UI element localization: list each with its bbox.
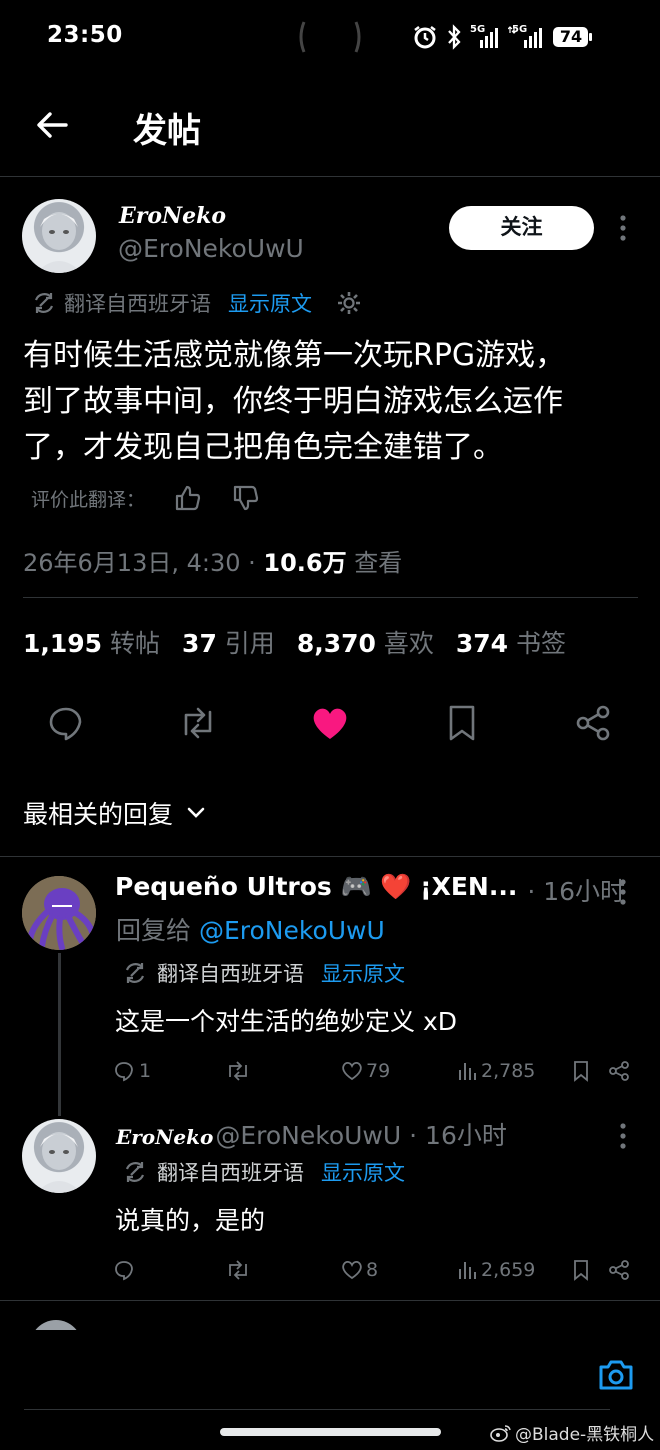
back-arrow-icon[interactable] <box>32 105 72 145</box>
reply-2-text: 说真的，是的 <box>115 1206 266 1235</box>
reply-1-text: 这是一个对生活的绝妙定义 xD <box>115 1007 457 1036</box>
reply-1-like-action[interactable]: 79 <box>341 1060 390 1082</box>
status-icons: 5G 5G 74 <box>412 22 594 52</box>
reply-1-views-action[interactable]: 2,785 <box>457 1060 535 1082</box>
status-time: 23:50 <box>47 22 123 48</box>
reply-2-views-action[interactable]: 2,659 <box>457 1259 535 1281</box>
post-author-avatar[interactable] <box>22 199 96 273</box>
reply-2-more-icon[interactable] <box>619 1122 627 1150</box>
next-reply-peek <box>30 1316 630 1330</box>
reply-divider <box>0 1300 660 1301</box>
reply-1-more-icon[interactable] <box>619 878 627 906</box>
follow-button[interactable]: 关注 <box>449 206 594 250</box>
reply-1-share-icon[interactable] <box>608 1060 630 1082</box>
watermark-text: @Blade-黑铁桐人 <box>515 1425 655 1445</box>
reply-1-repost-action[interactable] <box>225 1060 251 1082</box>
translate-icon <box>123 1160 147 1184</box>
reply-2-author-handle[interactable]: @EroNekoUwU <box>215 1121 401 1150</box>
post-views-label: 查看 <box>346 549 403 577</box>
weibo-watermark: @Blade-黑铁桐人 <box>490 1420 654 1445</box>
like-icon[interactable] <box>311 705 349 741</box>
reply-1-mention-link[interactable]: @EroNekoUwU <box>199 916 385 945</box>
reply-1-header: Pequeño Ultros 🎮 ❤️ ¡XEN... · 16小时 <box>115 872 625 908</box>
reply-1-author-name[interactable]: Pequeño Ultros 🎮 ❤️ ¡XEN... <box>115 872 517 908</box>
translation-settings-icon[interactable] <box>336 290 362 316</box>
post-timestamp: 26年6月13日, 4:30 · <box>23 549 264 577</box>
alarm-icon <box>412 24 438 50</box>
reply-1-bookmark-icon[interactable] <box>572 1060 590 1082</box>
rate-translation-label: 评价此翻译： <box>31 488 146 511</box>
camera-icon[interactable] <box>597 1358 635 1392</box>
reply-2-actions: 8 2,659 <box>113 1259 633 1285</box>
reposts-stat[interactable]: 1,195 转帖 <box>23 624 160 660</box>
reply-1-actions: 1 79 2,785 <box>113 1060 633 1086</box>
post-stats: 1,195 转帖 37 引用 8,370 喜欢 374 书签 <box>23 624 566 660</box>
reply-2-repost-action[interactable] <box>225 1259 251 1281</box>
reply-2-time[interactable]: · 16小时 <box>409 1116 507 1152</box>
quotes-stat[interactable]: 37 引用 <box>182 624 275 660</box>
weibo-logo-icon <box>490 1423 512 1443</box>
reply-2-reply-action[interactable] <box>113 1259 135 1281</box>
reply-2-like-action[interactable]: 8 <box>341 1259 378 1281</box>
signal-2-icon: 5G <box>508 24 544 50</box>
post-text: 有时候生活感觉就像第一次玩RPG游戏， 到了故事中间，你终于明白游戏怎么运作 了… <box>23 338 566 465</box>
bluetooth-icon <box>446 24 462 50</box>
reply-1-time[interactable]: · 16小时 <box>527 872 625 908</box>
compose-divider <box>24 1409 610 1410</box>
reply-2-author-name[interactable]: EroNeko <box>116 1125 213 1149</box>
reply-1-reply-action[interactable]: 1 <box>113 1060 151 1082</box>
thumbs-up-icon[interactable] <box>173 484 201 512</box>
reply-icon[interactable] <box>47 704 85 742</box>
reply-2-show-original-link[interactable]: 显示原文 <box>321 1157 405 1187</box>
post-views-count: 10.6万 <box>263 549 347 577</box>
show-original-link[interactable]: 显示原文 <box>228 288 312 318</box>
likes-stat[interactable]: 8,370 喜欢 <box>297 624 434 660</box>
reply-1-reply-to: 回复给 @EroNekoUwU <box>116 916 385 945</box>
reply-1-show-original-link[interactable]: 显示原文 <box>321 958 405 988</box>
post-more-icon[interactable] <box>619 214 627 242</box>
battery-level: 74 <box>559 27 583 46</box>
battery-icon: 74 <box>552 25 594 49</box>
reply-2-header: EroNeko @EroNekoUwU · 16小时 <box>116 1116 507 1152</box>
signal-1-icon: 5G <box>470 24 500 50</box>
translate-icon <box>123 961 147 985</box>
meta-divider <box>23 597 638 598</box>
reply-2-avatar[interactable] <box>22 1119 96 1193</box>
bookmarks-stat[interactable]: 374 书签 <box>456 624 566 660</box>
thumbs-down-icon[interactable] <box>231 484 259 512</box>
post-author-name[interactable]: EroNeko <box>119 203 226 229</box>
thread-line <box>58 953 61 1116</box>
reply-2-share-icon[interactable] <box>608 1259 630 1281</box>
post-author-handle[interactable]: @EroNekoUwU <box>118 234 304 263</box>
reply-1-avatar[interactable] <box>22 876 96 950</box>
page-title: 发帖 <box>133 111 201 151</box>
post-translation-bar: 翻译自西班牙语 显示原文 <box>32 288 362 318</box>
header-divider <box>0 176 660 177</box>
reply-2-bookmark-icon[interactable] <box>572 1259 590 1281</box>
replies-divider <box>0 856 660 857</box>
home-indicator[interactable] <box>220 1428 441 1436</box>
bookmark-icon[interactable] <box>447 704 477 742</box>
share-icon[interactable] <box>574 704 612 742</box>
replies-sort-label: 最相关的回复 <box>23 800 174 829</box>
reply-compose-input[interactable] <box>24 1358 584 1408</box>
reply-1-translation-bar: 翻译自西班牙语 显示原文 <box>123 958 405 988</box>
rate-translation: 评价此翻译： <box>31 484 259 512</box>
camera-pill <box>296 18 364 56</box>
translation-label: 翻译自西班牙语 <box>64 292 211 316</box>
replies-sort-dropdown[interactable]: 最相关的回复 <box>23 795 207 831</box>
repost-icon[interactable] <box>177 704 219 742</box>
chevron-down-icon <box>185 802 207 824</box>
translate-icon <box>32 291 56 315</box>
reply-2-translation-bar: 翻译自西班牙语 显示原文 <box>123 1157 405 1187</box>
post-meta: 26年6月13日, 4:30 · 10.6万 查看 <box>23 543 402 578</box>
